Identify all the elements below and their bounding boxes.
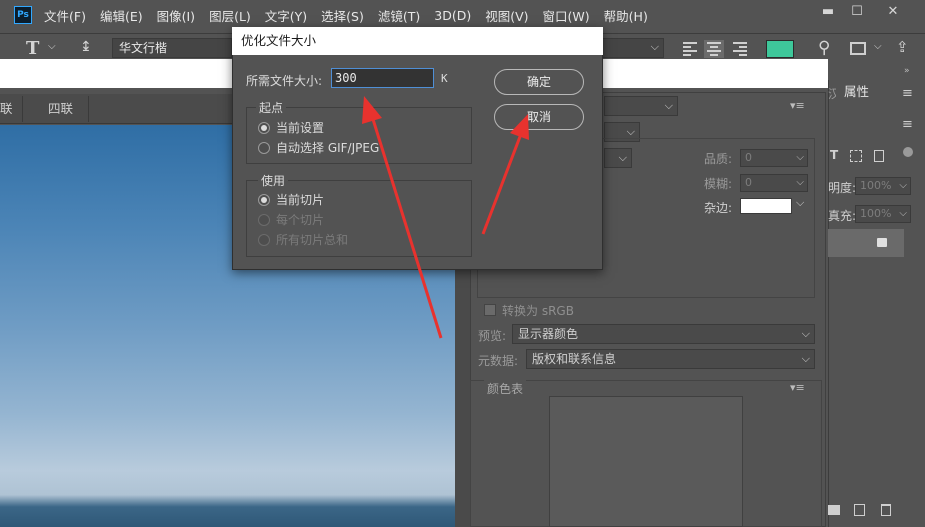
annotation-arrow-cancel: [481, 133, 523, 235]
annotation-arrows: [362, 96, 529, 339]
annotation-arrowhead-input: [362, 96, 382, 124]
annotation-arrowhead-cancel: [510, 114, 529, 140]
annotation-arrow-input: [370, 115, 443, 339]
